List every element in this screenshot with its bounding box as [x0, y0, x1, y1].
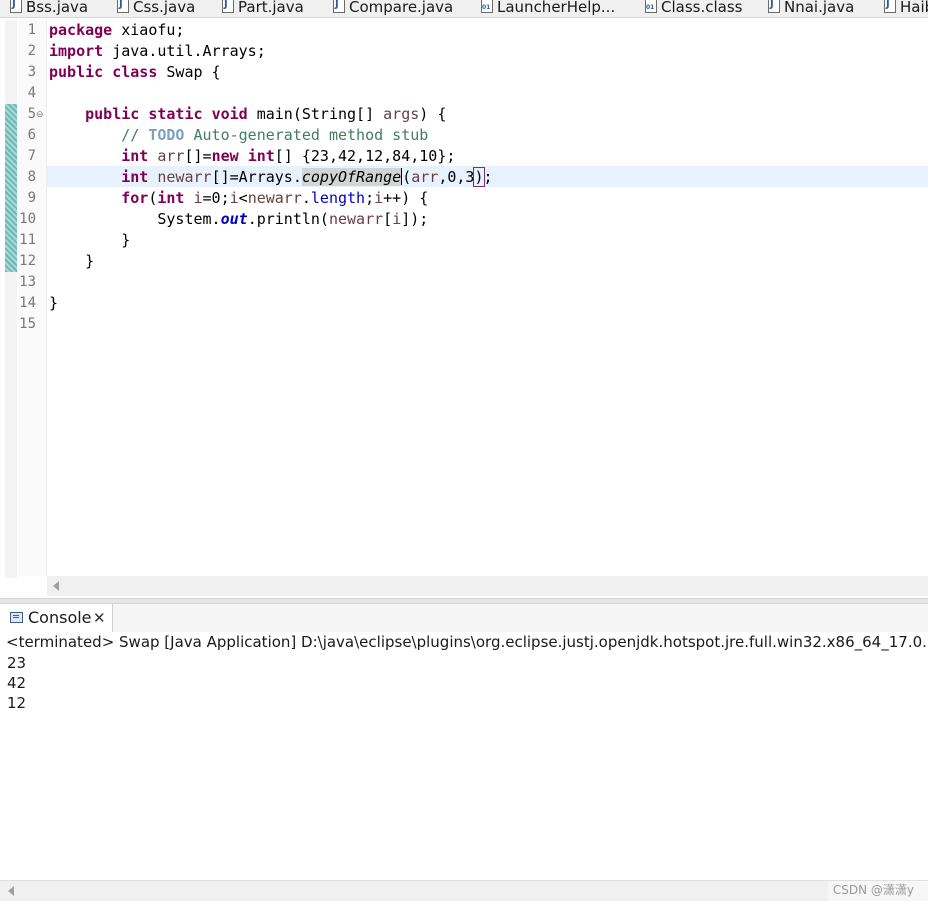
- line-number: 13: [19, 274, 36, 290]
- editor-horizontal-scrollbar[interactable]: [47, 576, 928, 596]
- line-number: 5: [27, 106, 36, 122]
- editor-tab-bar: Bss.java Css.java Part.java Compare.java…: [0, 0, 928, 18]
- code-line-10: System.out.println(newarr[i]);: [157, 210, 429, 228]
- code-line-11: }: [121, 231, 131, 249]
- line-number: 9: [27, 190, 36, 206]
- console-tab-bar: Console ✕: [0, 604, 928, 632]
- line-number: 1: [27, 22, 36, 38]
- method-occurrence-highlight: copyOfRange: [301, 168, 402, 186]
- scroll-left-icon[interactable]: [53, 581, 59, 591]
- java-file-icon: [222, 0, 234, 15]
- code-line-5: public static void main(String[] args) {: [85, 105, 447, 123]
- console-output[interactable]: <terminated> Swap [Java Application] D:\…: [0, 632, 928, 880]
- output-line: 42: [7, 674, 27, 692]
- matching-bracket: ): [473, 167, 485, 187]
- java-file-icon: [333, 0, 345, 15]
- tab-haib[interactable]: Haib: [884, 0, 928, 17]
- console-tab-label: Console: [28, 608, 92, 627]
- code-line-7: int arr[]=new int[] {23,42,12,84,10};: [121, 147, 456, 165]
- code-line-1: package xiaofu;: [49, 21, 185, 39]
- line-number: 3: [27, 64, 36, 80]
- output-line: 23: [7, 654, 27, 672]
- line-number: 4: [27, 85, 36, 101]
- line-number: 2: [27, 43, 36, 59]
- close-icon[interactable]: ✕: [93, 609, 106, 627]
- line-number: 10: [19, 211, 36, 227]
- line-number: 8: [27, 169, 36, 185]
- line-number: 7: [27, 148, 36, 164]
- fold-collapse-icon[interactable]: ⊖: [36, 110, 45, 119]
- line-number: 12: [19, 253, 36, 269]
- code-line-8: int newarr[]=Arrays.copyOfRange(arr,0,3)…: [121, 167, 493, 187]
- tab-compare-java[interactable]: Compare.java: [333, 0, 453, 17]
- tab-bss-java[interactable]: Bss.java: [10, 0, 88, 17]
- tab-console[interactable]: Console ✕: [0, 604, 113, 632]
- code-line-6: // TODO Auto-generated method stub: [121, 126, 429, 144]
- line-number: 15: [19, 316, 36, 332]
- watermark: CSDN @潇潇y: [832, 883, 914, 897]
- code-line-3: public class Swap {: [49, 63, 221, 81]
- code-editor[interactable]: 1 2 3 4 5 ⊖ 6 7 8 9 10 11 12 13 14 15 pa…: [0, 18, 928, 598]
- line-number: 14: [19, 295, 36, 311]
- tab-class-class[interactable]: Class.class: [645, 0, 742, 17]
- tab-part-java[interactable]: Part.java: [222, 0, 304, 17]
- class-file-icon: [645, 0, 657, 17]
- java-file-icon: [768, 0, 780, 15]
- scroll-left-icon[interactable]: [8, 886, 14, 896]
- tab-launcherhelper[interactable]: LauncherHelp...: [481, 0, 615, 17]
- console-horizontal-scrollbar[interactable]: [0, 880, 928, 901]
- terminated-status-line: <terminated> Swap [Java Application] D:\…: [6, 633, 928, 651]
- quick-diff-change-marker[interactable]: [5, 104, 17, 272]
- code-line-12: }: [85, 252, 95, 270]
- class-file-icon: [481, 0, 493, 17]
- java-file-icon: [10, 0, 22, 15]
- output-line: 12: [7, 694, 27, 712]
- java-file-icon: [117, 0, 129, 15]
- code-line-9: for(int i=0;i<newarr.length;i++) {: [121, 189, 429, 207]
- code-line-14: }: [49, 294, 59, 312]
- code-line-2: import java.util.Arrays;: [49, 42, 266, 60]
- tab-css-java[interactable]: Css.java: [117, 0, 195, 17]
- line-number: 6: [27, 127, 36, 143]
- java-file-icon: [884, 0, 896, 15]
- tab-nnai-java[interactable]: Nnai.java: [768, 0, 854, 17]
- line-number: 11: [19, 232, 36, 248]
- console-icon: [10, 612, 23, 623]
